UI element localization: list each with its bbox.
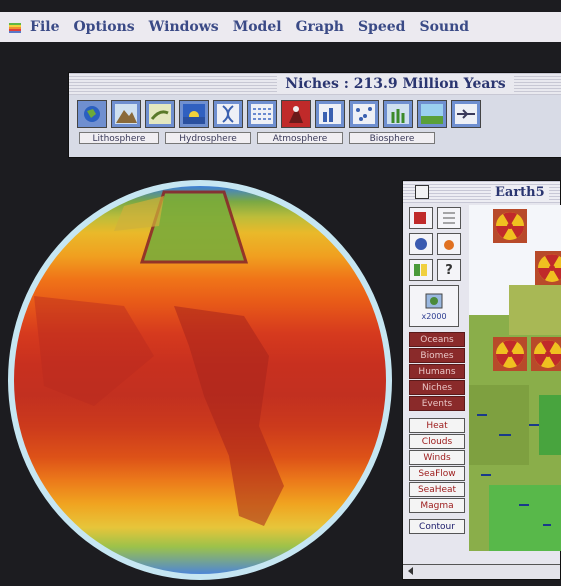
- menu-graph[interactable]: Graph: [296, 19, 344, 35]
- volcano-tool-icon[interactable]: [281, 100, 311, 128]
- hydrosphere-label[interactable]: Hydrosphere: [165, 132, 251, 144]
- niches-window: Niches : 213.9 Million Years Lithosphere…: [68, 72, 561, 158]
- events-button[interactable]: Events: [409, 396, 465, 411]
- pattern-tool-icon[interactable]: [247, 100, 277, 128]
- zoom-label: x2000: [421, 311, 447, 321]
- chart-tool-icon[interactable]: [315, 100, 345, 128]
- menu-model[interactable]: Model: [233, 19, 282, 35]
- seaheat-button[interactable]: SeaHeat: [409, 482, 465, 497]
- humans-button[interactable]: Humans: [409, 364, 465, 379]
- lithosphere-label[interactable]: Lithosphere: [79, 132, 159, 144]
- dna-tool-icon[interactable]: [213, 100, 243, 128]
- oceans-button[interactable]: Oceans: [409, 332, 465, 347]
- close-box[interactable]: [415, 185, 429, 199]
- sunrise-tool-icon[interactable]: [179, 100, 209, 128]
- magma-button[interactable]: Magma: [409, 498, 465, 513]
- menu-bar: File Options Windows Model Graph Speed S…: [0, 12, 561, 42]
- continent-shape-west: [34, 296, 154, 406]
- help-icon[interactable]: ?: [437, 259, 461, 281]
- grid-icon[interactable]: [437, 207, 461, 229]
- plane-tool-icon[interactable]: [451, 100, 481, 128]
- terrain-map[interactable]: [469, 205, 561, 551]
- nuclear-icon: [493, 337, 527, 371]
- sphere-labels: Lithosphere Hydrosphere Atmosphere Biosp…: [69, 128, 561, 144]
- clouds-button[interactable]: Clouds: [409, 434, 465, 449]
- mountain-tool-icon[interactable]: [111, 100, 141, 128]
- globe-view-icon[interactable]: [409, 233, 433, 255]
- niches-titlebar[interactable]: Niches : 213.9 Million Years: [69, 73, 561, 95]
- scroll-left-arrow-icon[interactable]: [406, 566, 416, 576]
- earth-window: Earth5 ? x2000 Oceans Biomes Humans Nich…: [402, 180, 561, 580]
- biomes-button[interactable]: Biomes: [409, 348, 465, 363]
- map-view-icon[interactable]: [409, 259, 433, 281]
- globe-tool-icon[interactable]: [77, 100, 107, 128]
- menu-file[interactable]: File: [30, 19, 59, 35]
- magnifier-icon: [425, 293, 443, 308]
- nuclear-icon: [531, 337, 561, 371]
- niches-window-title: Niches : 213.9 Million Years: [277, 76, 514, 92]
- contour-button[interactable]: Contour: [409, 519, 465, 534]
- biosphere-label[interactable]: Biosphere: [349, 132, 435, 144]
- landscape-tool-icon[interactable]: [417, 100, 447, 128]
- seaflow-button[interactable]: SeaFlow: [409, 466, 465, 481]
- earth-globe-heatmap[interactable]: [8, 180, 392, 580]
- nuclear-icon: [493, 209, 527, 243]
- fire-icon[interactable]: [437, 233, 461, 255]
- horizontal-scrollbar[interactable]: [403, 564, 560, 579]
- globe-overlay: [34, 190, 284, 526]
- scatter-tool-icon[interactable]: [349, 100, 379, 128]
- menu-sound[interactable]: Sound: [419, 19, 469, 35]
- plants-tool-icon[interactable]: [383, 100, 413, 128]
- niches-button[interactable]: Niches: [409, 380, 465, 395]
- earth-side-panel: ? x2000 Oceans Biomes Humans Niches Even…: [409, 207, 467, 534]
- polar-patch: [114, 196, 164, 231]
- lizard-tool-icon[interactable]: [145, 100, 175, 128]
- paint-icon[interactable]: [409, 207, 433, 229]
- niches-toolbar: [69, 95, 561, 128]
- zoom-control[interactable]: x2000: [409, 285, 459, 327]
- earth-window-title: Earth5: [491, 184, 549, 200]
- earth-titlebar[interactable]: Earth5: [403, 181, 560, 203]
- apple-menu-icon[interactable]: [8, 20, 22, 34]
- menu-windows[interactable]: Windows: [149, 19, 219, 35]
- heat-button[interactable]: Heat: [409, 418, 465, 433]
- menu-speed[interactable]: Speed: [358, 19, 406, 35]
- continent-shape: [174, 306, 284, 526]
- winds-button[interactable]: Winds: [409, 450, 465, 465]
- terrain-map-graphic: [469, 205, 561, 551]
- nuclear-icon: [535, 251, 561, 285]
- atmosphere-label[interactable]: Atmosphere: [257, 132, 343, 144]
- menu-options[interactable]: Options: [73, 19, 134, 35]
